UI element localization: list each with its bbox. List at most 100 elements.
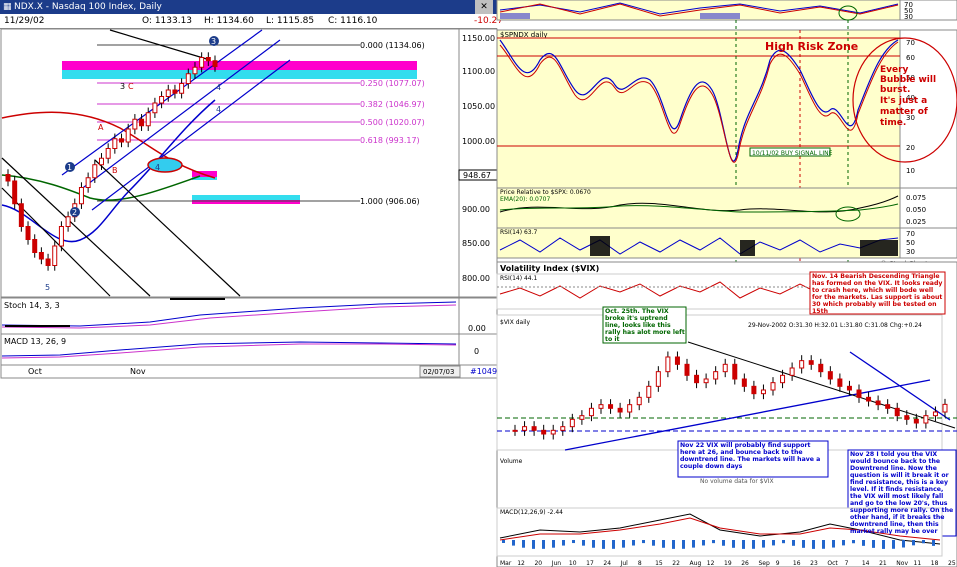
vix-x-label: 21 <box>879 560 887 567</box>
fib-magenta-band <box>62 61 417 70</box>
ndx-high: H: 1134.60 <box>204 16 254 26</box>
fib-label: 1.000 (906.06) <box>360 197 420 206</box>
wave-mark-circle <box>209 36 219 46</box>
vix-macd-bar <box>612 540 615 549</box>
vix-candle <box>789 367 795 376</box>
vix-x-label: Sep <box>758 560 770 567</box>
price-relative-ma-line <box>499 203 899 213</box>
x-label-oct: Oct <box>28 367 42 376</box>
ndx-candle <box>38 252 44 260</box>
vix-macd-bar <box>812 540 815 549</box>
vix-candle <box>913 418 919 424</box>
ndx-price-panel: 1 2 3 4 5 A B C 3 4 4 0.000 (1134.06) 0.… <box>0 28 498 298</box>
downtrend-line-1 <box>1 157 151 297</box>
note-oct25: Oct. 25th. The VIX broke it's uptrend li… <box>605 308 685 343</box>
vix-candle <box>560 426 566 431</box>
price-tick: 1000.00 <box>462 137 495 146</box>
vix-macd-bar <box>752 540 755 549</box>
vix-macd-bar <box>532 540 535 549</box>
ndx-title-bar: ▦ NDX.X - Nasdaq 100 Index, Daily ✕ <box>0 0 497 14</box>
price-tick: 850.00 <box>462 239 490 248</box>
vix-x-label: 22 <box>672 560 680 567</box>
wave-mark-2: 2 <box>72 208 77 217</box>
ndx-close: C: 1116.10 <box>328 16 378 26</box>
vix-uptrend-line <box>564 379 931 451</box>
vix-candle <box>550 429 556 435</box>
ndx-candles <box>5 52 218 271</box>
bubble-circle <box>852 37 957 163</box>
vix-x-label: 24 <box>603 560 611 567</box>
vix-macd-bar <box>852 540 855 544</box>
spndx-tick: 60 <box>906 54 915 62</box>
ndx-date: 11/29/02 <box>4 16 45 26</box>
vix-macd-bar <box>912 540 915 546</box>
spndx-label: $SPNDX daily <box>500 31 548 39</box>
ndx-candle <box>92 164 98 179</box>
vix-macd-bar <box>542 540 545 549</box>
vix-candle <box>655 371 661 387</box>
ndx-change: -10.27 <box>474 16 504 26</box>
last-price-tag: 948.67 <box>463 171 491 180</box>
ndx-candle <box>98 157 104 166</box>
resistance-line <box>109 29 211 61</box>
vix-candle <box>732 363 738 380</box>
wave-mark-a: A <box>98 123 104 132</box>
spndx-tick: 50 <box>906 74 915 82</box>
vix-candle <box>512 429 518 432</box>
fib-zone-small-pink <box>192 171 217 177</box>
vix-candle <box>942 403 948 413</box>
stoch-panel: Stoch 14, 3, 3 0.00 <box>0 297 498 335</box>
vix-candle <box>827 371 833 380</box>
vix-candle <box>598 404 604 409</box>
vix-x-label: 26 <box>741 560 749 567</box>
price-tick: 1100.00 <box>462 67 495 76</box>
vix-macd-bar <box>742 540 745 549</box>
vix-macd-bar <box>522 540 525 548</box>
footer-date: 02/07/03 <box>423 368 454 376</box>
vix-macd-bar <box>922 540 925 544</box>
x-label-nov: Nov <box>130 367 146 376</box>
vix-candle <box>932 411 938 417</box>
fib-label: 0.250 (1077.07) <box>360 79 425 88</box>
vix-x-label: 19 <box>724 560 732 567</box>
wave-mark-b: B <box>112 166 118 175</box>
vix-candle <box>703 378 709 384</box>
vix-downtrend-line <box>687 341 956 429</box>
vix-x-label: 20 <box>534 560 542 567</box>
vix-candle <box>818 363 824 373</box>
ndx-candle <box>85 177 91 188</box>
vix-candle <box>885 404 891 409</box>
spx-rsi-tick: 70 <box>906 230 915 238</box>
macd-signal-line <box>1 343 457 359</box>
vix-x-label: 23 <box>810 560 818 567</box>
ndx-candle <box>12 180 18 205</box>
vix-x-label: 11 <box>914 560 922 567</box>
vix-candle <box>569 418 575 428</box>
spndx-panel: 70 50 30 $SPNDX daily High Risk Zone 10/… <box>496 0 957 268</box>
close-icon[interactable]: ✕ <box>475 0 493 14</box>
ndx-candle <box>45 258 51 266</box>
vix-x-label: 16 <box>793 560 801 567</box>
vix-x-label: Aug <box>690 560 702 567</box>
vix-x-label: 8 <box>638 560 642 567</box>
vix-macd-bar <box>772 540 775 546</box>
spndx-tick: 70 <box>906 39 915 47</box>
wave-mark-4: 4 <box>155 163 160 172</box>
ndx-candle <box>205 57 211 62</box>
rsi-black-fill <box>860 240 898 256</box>
bubble-text: It's just a <box>880 96 927 106</box>
vix-candles <box>512 351 948 440</box>
ndx-candle <box>105 148 111 159</box>
vix-candle <box>617 407 623 413</box>
ndx-candle <box>78 187 84 205</box>
channel-line-lower <box>91 59 291 211</box>
buy-signal-label: 10/11/02 BUY SIGNAL LINE <box>752 150 833 157</box>
vix-macd-bar <box>802 540 805 548</box>
vix-candle <box>866 396 872 402</box>
vix-macd-bar <box>592 540 595 548</box>
vix-candle <box>894 407 900 417</box>
vix-macd-bar <box>932 540 935 546</box>
vix-candle <box>608 404 614 409</box>
spndx-rsi-line2 <box>499 3 899 17</box>
price-tick: 1050.00 <box>462 102 495 111</box>
